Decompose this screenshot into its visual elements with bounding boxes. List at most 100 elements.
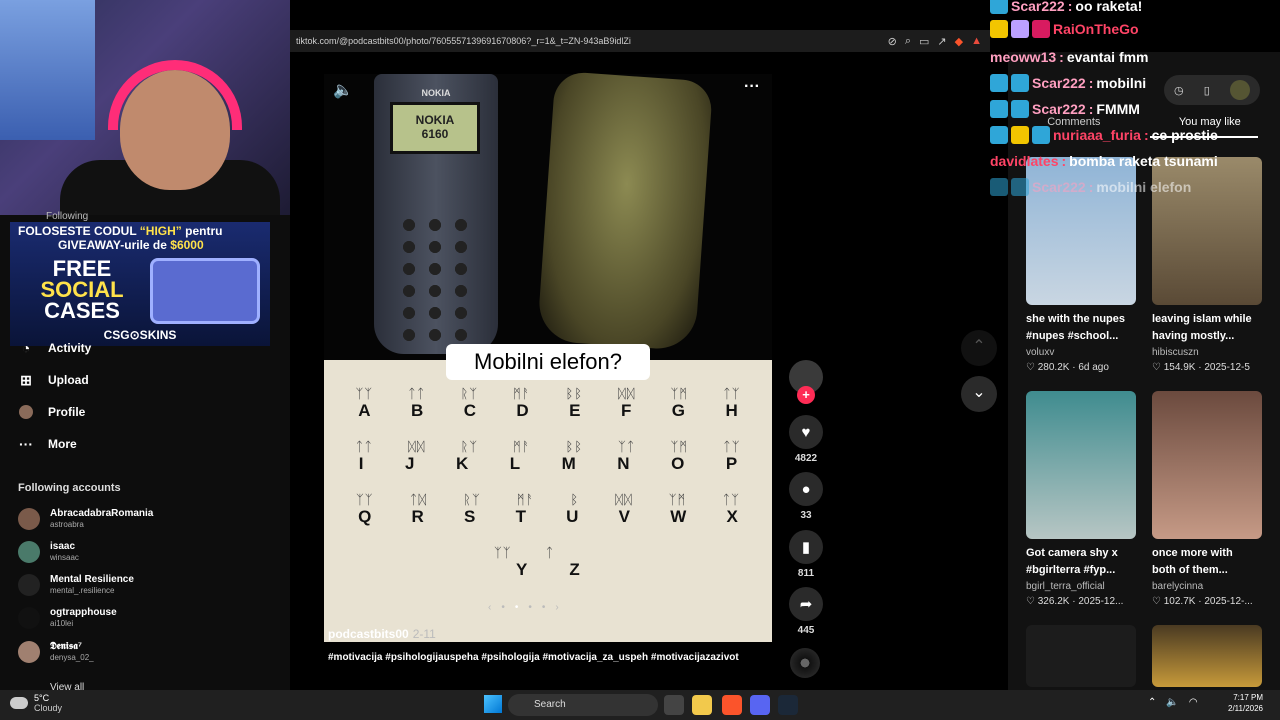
avatar: [18, 508, 40, 530]
account-item[interactable]: 𝕯𝖊𝖓𝖎𝖘𝖆⁷ denysa_02_: [18, 641, 94, 663]
no-sound-icon[interactable]: ⊘: [888, 35, 897, 48]
chat-message: Scar222: FMMM: [990, 96, 1280, 122]
account-item[interactable]: ogtrapphouse ai10lei: [18, 607, 117, 629]
steam-icon[interactable]: [778, 695, 798, 715]
card-meta: ♡ 326.2K · 2025-12...: [1026, 596, 1124, 607]
card-title[interactable]: leaving islam while having mostly...: [1152, 311, 1262, 345]
rune-row: ᛏᛏ ᛞᛞ ᚱᛉ ᛗᚨ ᛒᛒ ᛉᛏ ᛉᛗ ᛏᛉ: [355, 439, 741, 454]
recommended-card[interactable]: [1026, 625, 1136, 687]
card-user[interactable]: bgirl_terra_official: [1026, 579, 1136, 594]
crown-badge-icon: [990, 20, 1008, 38]
card-meta: ♡ 280.2K · 6d ago: [1026, 362, 1109, 373]
share-action[interactable]: ➦ 445: [788, 587, 824, 636]
nokia-brand: NOKIA: [421, 88, 451, 98]
card-user[interactable]: voluxv: [1026, 345, 1136, 360]
taskbar-search[interactable]: Search: [508, 694, 658, 716]
carousel-dot[interactable]: •: [515, 602, 519, 613]
taskbar-clock[interactable]: 7:17 PM 2/11/2026: [1228, 692, 1263, 714]
rune-row: ᛉᛉ ᛏᛞ ᚱᛉ ᛗᚨ ᛒ ᛞᛞ ᛉᛗ ᛏᛉ: [355, 492, 740, 507]
like-action[interactable]: ♥ 4822: [788, 415, 824, 464]
carousel-dot[interactable]: •: [542, 602, 546, 613]
volume-icon[interactable]: 🔈: [333, 80, 353, 100]
brave-browser-icon[interactable]: [722, 695, 742, 715]
account-item[interactable]: Mental Resilience mental_.resilience: [18, 574, 134, 596]
post-date: 2-11: [412, 627, 436, 641]
card-title[interactable]: once more with both of them...: [1152, 545, 1262, 579]
account-item[interactable]: isaac winsaac: [18, 541, 79, 563]
heart-icon[interactable]: ♥: [789, 415, 823, 449]
nav-more[interactable]: ··· More: [18, 436, 77, 452]
bookmark-icon[interactable]: ▮: [789, 530, 823, 564]
card-title[interactable]: she with the nupes #nupes #school...: [1026, 311, 1136, 345]
promo-free-social-cases: FREE SOCIAL CASES: [40, 256, 124, 323]
carousel-dot[interactable]: •: [528, 602, 532, 613]
recommended-card[interactable]: [1152, 625, 1262, 687]
chevron-up-icon[interactable]: ⌃: [961, 330, 997, 366]
file-explorer-icon[interactable]: [692, 695, 712, 715]
music-disc-icon[interactable]: [790, 648, 820, 678]
card-title[interactable]: Got camera shy x #bgirlterra #fyp...: [1026, 545, 1136, 579]
discord-icon[interactable]: [750, 695, 770, 715]
nav-activity[interactable]: ◔ Activity: [18, 340, 92, 356]
post-hashtags[interactable]: #motivacija #psihologijauspeha #psiholog…: [328, 652, 739, 663]
wifi-icon[interactable]: ◠: [1189, 697, 1198, 708]
card-user[interactable]: barelycinna: [1152, 579, 1262, 594]
volume-icon[interactable]: 🔈: [1166, 697, 1178, 708]
zoom-icon[interactable]: ⌕: [905, 35, 911, 48]
chevron-down-icon[interactable]: ⌄: [961, 376, 997, 412]
task-view-icon[interactable]: [664, 695, 684, 715]
badge-icon: [990, 74, 1008, 92]
video-thumbnail[interactable]: [1152, 625, 1262, 687]
cuneiform-alphabet-image: ᛉᛉ ᛏᛏ ᚱᛉ ᛗᚨ ᛒᛒ ᛞᛞ ᛉᛗ ᛏᛉ ABCDEFGH ᛏᛏ ᛞᛞ ᚱᛉ ᛗᚨ ᛒᛒ ᛉᛏ ᛉᛗ…: [324, 360, 772, 642]
promo-line2: GIVEAWAY-urile de $6000: [58, 238, 204, 252]
like-count: 4822: [794, 453, 818, 464]
recommended-card[interactable]: Got camera shy x #bgirlterra #fyp... bgir…: [1026, 391, 1136, 609]
system-tray: ⌃ 🔈 ◠: [1148, 697, 1198, 708]
chat-message: davidlates: bomba raketa tsunami: [990, 153, 1218, 169]
chevron-left-icon[interactable]: ‹: [488, 602, 491, 613]
save-action[interactable]: ▮ 811: [788, 530, 824, 579]
nav-profile[interactable]: Profile: [18, 404, 85, 420]
browser-toolbar-icons: ⊘ ⌕ ▭ ↗ ◆ ▲: [888, 30, 990, 52]
profile-icon: [18, 404, 34, 420]
start-button-icon[interactable]: [484, 695, 502, 713]
nokia-screen: NOKIA 6160: [390, 102, 480, 154]
nav-upload[interactable]: ⊞ Upload: [18, 372, 89, 388]
stream-chat: Scar222: oo raketa! RaiOnTheGo meoww13: …: [990, 0, 1280, 200]
video-thumbnail[interactable]: [1026, 391, 1136, 539]
more-options-icon[interactable]: ···: [744, 78, 760, 96]
video-thumbnail[interactable]: [1152, 391, 1262, 539]
address-bar[interactable]: tiktok.com/@podcastbits00/photo/76055571…: [290, 30, 990, 52]
following-accounts-title: Following accounts: [18, 482, 121, 494]
url-text[interactable]: tiktok.com/@podcastbits00/photo/76055571…: [296, 36, 631, 46]
badge-icon: [990, 178, 1008, 196]
carousel-dot[interactable]: •: [501, 602, 505, 613]
follow-plus-icon[interactable]: +: [797, 386, 815, 404]
comment-icon[interactable]: ●: [789, 472, 823, 506]
badge-icon: [1011, 100, 1029, 118]
card-meta: ♡ 102.7K · 2025-12-...: [1152, 596, 1253, 607]
case-box-icon: [150, 258, 260, 324]
badge-icon: [990, 100, 1008, 118]
following-label[interactable]: Following: [46, 211, 88, 222]
letter-row: IJKLMNOP: [358, 454, 738, 473]
chevron-right-icon[interactable]: ›: [555, 602, 558, 613]
brave-shield-icon[interactable]: ◆: [955, 35, 963, 48]
nokia-phone-image: NOKIA NOKIA 6160: [374, 74, 498, 354]
card-user[interactable]: hibiscuszn: [1152, 345, 1262, 360]
brave-rewards-icon[interactable]: ▲: [971, 35, 982, 47]
screen-icon[interactable]: ▭: [919, 35, 929, 48]
carousel-dots[interactable]: ‹ • • • • ›: [488, 602, 559, 613]
weather-widget[interactable]: 5°C Cloudy: [10, 693, 62, 713]
video-thumbnail[interactable]: [1026, 625, 1136, 687]
share-arrow-icon[interactable]: ➦: [789, 587, 823, 621]
comment-action[interactable]: ● 33: [788, 472, 824, 521]
nokia-keypad: [396, 214, 476, 344]
share-icon[interactable]: ↗: [937, 35, 946, 48]
account-item[interactable]: AbracadabraRomania astroabra: [18, 508, 153, 530]
chevron-up-icon[interactable]: ⌃: [1148, 697, 1156, 708]
recommended-card[interactable]: once more with both of them... barelycinn…: [1152, 391, 1262, 609]
post-author[interactable]: podcastbits00 2-11: [328, 627, 436, 641]
stone-artifact-image: [536, 70, 714, 352]
rune-row: ᛉᛉ ᛏ: [494, 545, 555, 560]
